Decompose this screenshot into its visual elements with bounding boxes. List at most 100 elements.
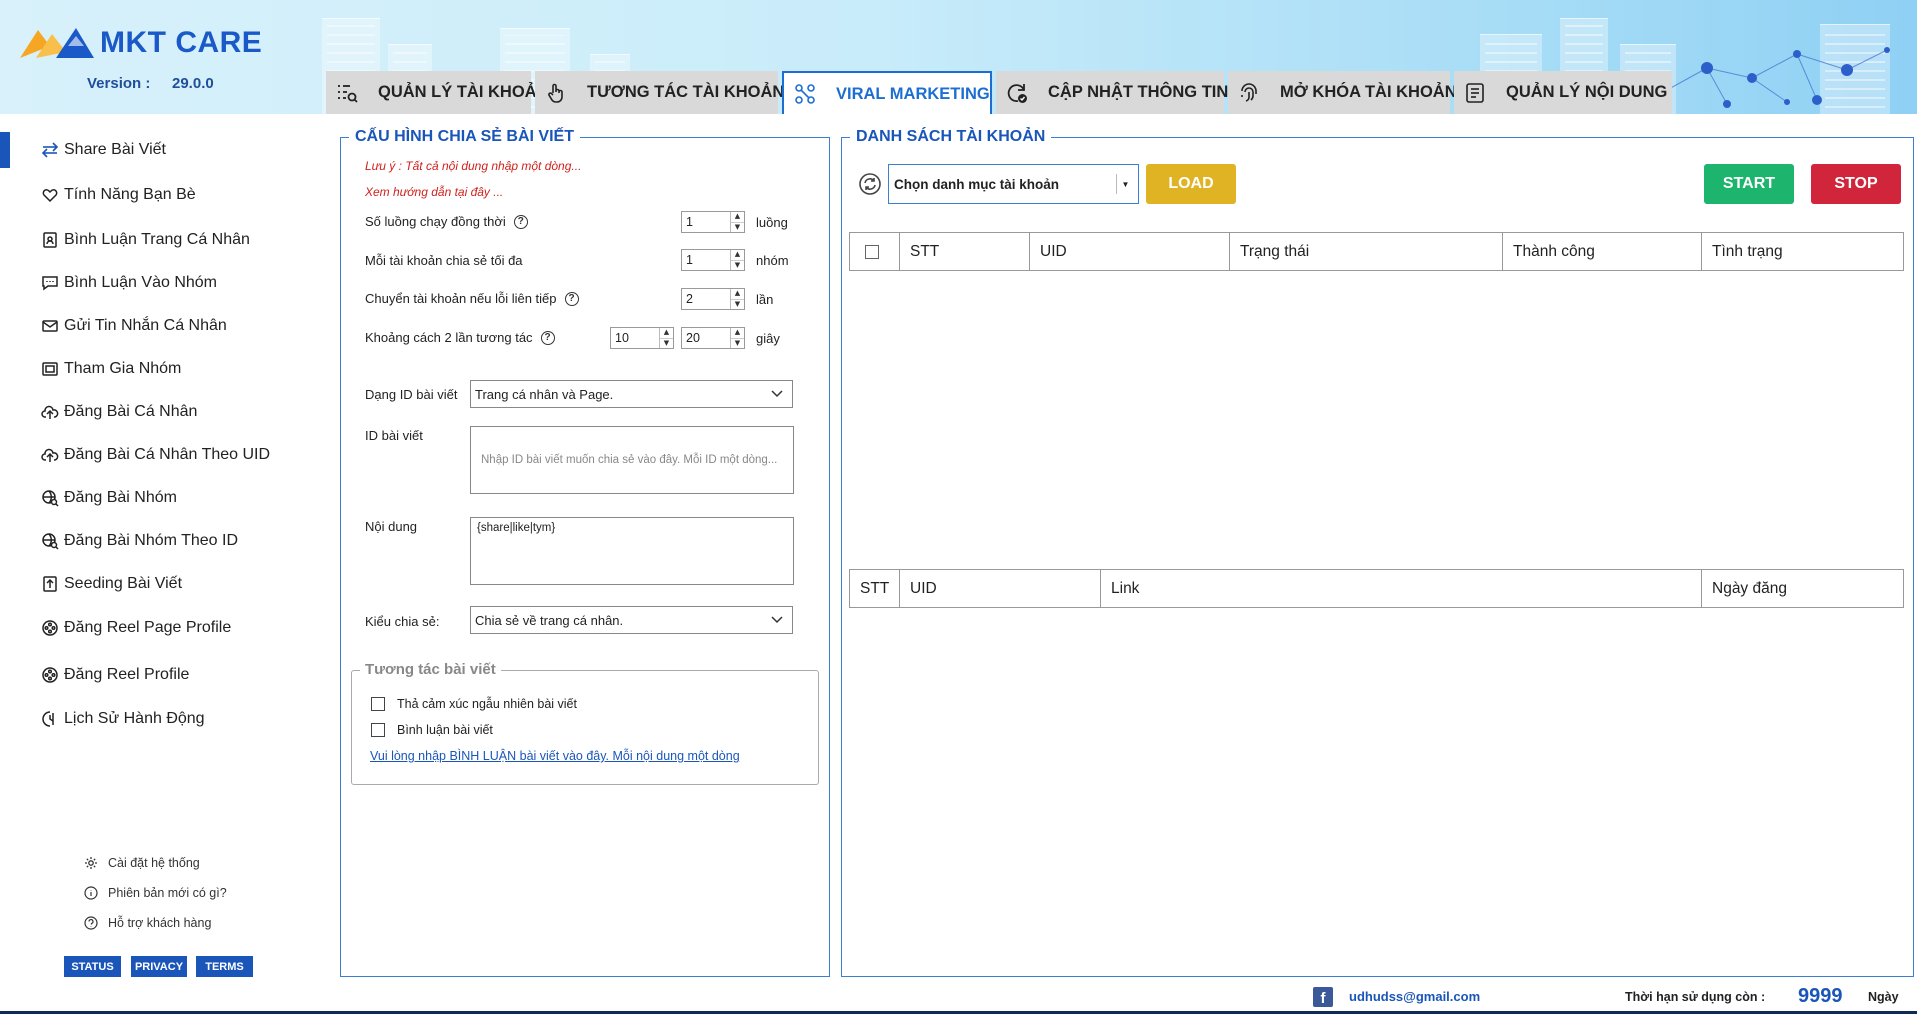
switch-stepper[interactable]: 2 ▲ ▼: [681, 288, 745, 310]
sidebar-item-label: Lịch Sử Hành Động: [64, 710, 205, 727]
tab-account-interaction[interactable]: TƯƠNG TÁC TÀI KHOẢN: [535, 71, 784, 114]
interval-min-value[interactable]: 10: [611, 328, 659, 348]
sidebar-item-send-message[interactable]: Gửi Tin Nhắn Cá Nhân: [41, 317, 227, 335]
sidebar-item-friends[interactable]: Tính Năng Bạn Bè: [41, 186, 196, 204]
sidebar-item-group-post[interactable]: Đăng Bài Nhóm: [41, 489, 177, 507]
sidebar-item-group-comment[interactable]: Bình Luận Vào Nhóm: [41, 274, 217, 292]
switch-unit: lần: [756, 292, 774, 307]
step-up-icon[interactable]: ▲: [660, 328, 673, 339]
step-down-icon[interactable]: ▼: [731, 300, 744, 310]
column-header[interactable]: UID: [900, 570, 1101, 607]
sidebar-item-reel-page-profile[interactable]: Đăng Reel Page Profile: [41, 619, 231, 637]
step-down-icon[interactable]: ▼: [731, 261, 744, 271]
terms-button[interactable]: TERMS: [196, 956, 253, 977]
step-down-icon[interactable]: ▼: [731, 223, 744, 233]
sidebar-item-label: Tham Gia Nhóm: [64, 360, 182, 377]
history-icon: [41, 710, 59, 728]
threads-stepper[interactable]: 1 ▲ ▼: [681, 211, 745, 233]
step-up-icon[interactable]: ▲: [731, 289, 744, 300]
sidebar-item-personal-post[interactable]: Đăng Bài Cá Nhân: [41, 403, 197, 421]
chevron-down-icon: [771, 390, 783, 398]
sidebar-item-group-post-id[interactable]: Đăng Bài Nhóm Theo ID: [41, 532, 238, 550]
sidebar-item-join-group[interactable]: Tham Gia Nhóm: [41, 360, 181, 378]
tab-unlock-account[interactable]: MỞ KHÓA TÀI KHOẢN: [1228, 71, 1457, 114]
column-header[interactable]: Thành công: [1503, 233, 1702, 270]
customer-support-label: Hỗ trợ khách hàng: [108, 916, 212, 930]
threads-value[interactable]: 1: [682, 212, 730, 232]
interval-max-value[interactable]: 20: [682, 328, 730, 348]
stepper-buttons: ▲ ▼: [730, 289, 744, 309]
column-header[interactable]: UID: [1030, 233, 1230, 270]
help-icon[interactable]: ?: [513, 214, 528, 229]
start-button[interactable]: START: [1704, 164, 1794, 204]
sidebar-item-personal-post-uid[interactable]: Đăng Bài Cá Nhân Theo UID: [41, 446, 270, 464]
max-share-stepper[interactable]: 1 ▲ ▼: [681, 249, 745, 271]
load-button[interactable]: LOAD: [1146, 164, 1236, 204]
help-icon[interactable]: ?: [540, 330, 555, 345]
interval-label: Khoảng cách 2 lần tương tác: [365, 330, 533, 345]
switch-value[interactable]: 2: [682, 289, 730, 309]
column-header[interactable]: Trạng thái: [1230, 233, 1503, 270]
tab-content-management[interactable]: QUẢN LÝ NỘI DUNG: [1454, 71, 1672, 114]
step-up-icon[interactable]: ▲: [731, 212, 744, 223]
user-email: udhudss@gmail.com: [1349, 989, 1481, 1004]
sidebar-item-share-post[interactable]: Share Bài Viết: [41, 141, 166, 159]
info-icon: [84, 886, 98, 900]
step-down-icon[interactable]: ▼: [660, 339, 673, 349]
interaction-group-title: Tương tác bài viết: [360, 661, 501, 678]
column-header[interactable]: Tình trạng: [1702, 233, 1903, 270]
interval-max-stepper[interactable]: 20 ▲ ▼: [681, 327, 745, 349]
guide-link[interactable]: Xem hướng dẫn tại đây ...: [365, 185, 503, 199]
status-button[interactable]: STATUS: [64, 956, 121, 977]
column-header[interactable]: Ngày đăng: [1702, 570, 1903, 607]
step-up-icon[interactable]: ▲: [731, 328, 744, 339]
sidebar-item-reel-profile[interactable]: Đăng Reel Profile: [41, 666, 189, 684]
customer-support-link[interactable]: Hỗ trợ khách hàng: [84, 916, 211, 930]
column-header[interactable]: STT: [900, 233, 1030, 270]
share-type-label: Kiểu chia sẻ:: [365, 614, 440, 629]
stop-button[interactable]: STOP: [1811, 164, 1901, 204]
expiry-unit: Ngày: [1868, 990, 1899, 1004]
globe-search-icon: [41, 532, 59, 550]
content-textarea[interactable]: {share|like|tym}: [470, 517, 794, 585]
tab-account-management[interactable]: QUẢN LÝ TÀI KHOẢN: [326, 71, 549, 114]
privacy-button[interactable]: PRIVACY: [131, 956, 187, 977]
sidebar-item-history[interactable]: Lịch Sử Hành Động: [41, 710, 205, 728]
cloud-upload-icon: [41, 446, 59, 464]
facebook-icon[interactable]: f: [1313, 987, 1333, 1007]
sidebar-item-label: Tính Năng Bạn Bè: [64, 186, 196, 203]
comment-checkbox[interactable]: [371, 723, 385, 737]
step-up-icon[interactable]: ▲: [731, 250, 744, 261]
account-category-select[interactable]: Chọn danh mục tài khoản ▼: [888, 164, 1139, 204]
sidebar-item-label: Gửi Tin Nhắn Cá Nhân: [64, 317, 227, 334]
sidebar-item-profile-comment[interactable]: Bình Luận Trang Cá Nhân: [41, 231, 250, 249]
stepper-buttons: ▲ ▼: [730, 328, 744, 348]
step-down-icon[interactable]: ▼: [731, 339, 744, 349]
comment-input-link[interactable]: Vui lòng nhập BÌNH LUẬN bài viết vào đây…: [370, 749, 740, 763]
max-share-label: Mỗi tài khoản chia sẻ tối đa: [365, 253, 523, 268]
expiry-label: Thời hạn sử dụng còn :: [1625, 990, 1766, 1004]
hand-pointer-icon: [545, 82, 567, 104]
post-id-type-select[interactable]: Trang cá nhân và Page.: [470, 380, 793, 408]
tab-update-info[interactable]: CẬP NHẬT THÔNG TIN: [996, 71, 1228, 114]
document-icon: [1464, 82, 1486, 104]
refresh-icon[interactable]: [859, 173, 881, 195]
input-note: Lưu ý : Tất cả nội dung nhập một dòng...: [365, 159, 582, 173]
share-type-select[interactable]: Chia sẻ về trang cá nhân.: [470, 606, 793, 634]
whats-new-link[interactable]: Phiên bản mới có gì?: [84, 886, 227, 900]
brand-logo-icon: [20, 28, 94, 58]
post-id-textarea[interactable]: Nhập ID bài viết muốn chia sẻ vào đây. M…: [470, 426, 794, 494]
tab-viral-marketing[interactable]: VIRAL MARKETING: [782, 71, 992, 114]
log-table-header: STT UID Link Ngày đăng: [849, 569, 1904, 608]
column-header[interactable]: Link: [1101, 570, 1702, 607]
interval-min-stepper[interactable]: 10 ▲ ▼: [610, 327, 674, 349]
max-share-value[interactable]: 1: [682, 250, 730, 270]
sidebar-item-label: Đăng Bài Nhóm Theo ID: [64, 532, 239, 549]
select-all-checkbox[interactable]: [865, 244, 879, 259]
system-settings-link[interactable]: Cài đặt hệ thống: [84, 856, 200, 870]
random-reaction-checkbox[interactable]: [371, 697, 385, 711]
sidebar-item-label: Đăng Bài Nhóm: [64, 489, 177, 506]
help-icon[interactable]: ?: [564, 291, 579, 306]
sidebar-item-seeding[interactable]: Seeding Bài Viết: [41, 575, 182, 593]
column-header[interactable]: STT: [850, 570, 900, 607]
